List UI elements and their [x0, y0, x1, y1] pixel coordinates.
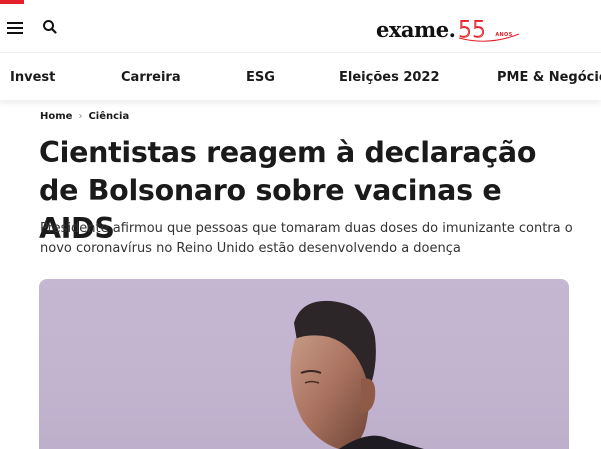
nav-item-esg[interactable]: ESG	[246, 70, 275, 85]
article-summary: Presidente afirmou que pessoas que tomar…	[40, 221, 573, 256]
top-header: exame. 55 ANOS	[0, 4, 601, 50]
exame-logo[interactable]: exame. 55 ANOS	[376, 14, 521, 42]
nav-item-invest[interactable]: Invest	[10, 70, 55, 85]
article-hero-image[interactable]	[39, 279, 569, 449]
search-icon[interactable]	[41, 18, 59, 36]
anniversary-anos-label: ANOS	[495, 32, 513, 38]
anniversary-number-55: 55	[458, 18, 487, 42]
svg-text:55: 55	[458, 18, 486, 42]
hamburger-menu-icon[interactable]	[7, 21, 23, 34]
nav-item-eleicoes-2022[interactable]: Eleições 2022	[339, 70, 440, 85]
portrait-illustration	[290, 300, 424, 449]
breadcrumb-home[interactable]: Home	[40, 111, 72, 122]
breadcrumb-chevron-icon: ›	[78, 111, 83, 122]
breadcrumb: Home › Ciência	[40, 111, 129, 122]
logo-anniversary-badge: 55 ANOS	[457, 16, 521, 42]
logo-wordmark: exame.	[376, 17, 456, 42]
breadcrumb-section[interactable]: Ciência	[88, 111, 129, 122]
main-navigation: Invest Carreira ESG Eleições 2022 PME & …	[0, 52, 601, 100]
nav-item-pme-negocios[interactable]: PME & Negócios	[497, 70, 601, 85]
nav-item-carreira[interactable]: Carreira	[121, 70, 181, 85]
